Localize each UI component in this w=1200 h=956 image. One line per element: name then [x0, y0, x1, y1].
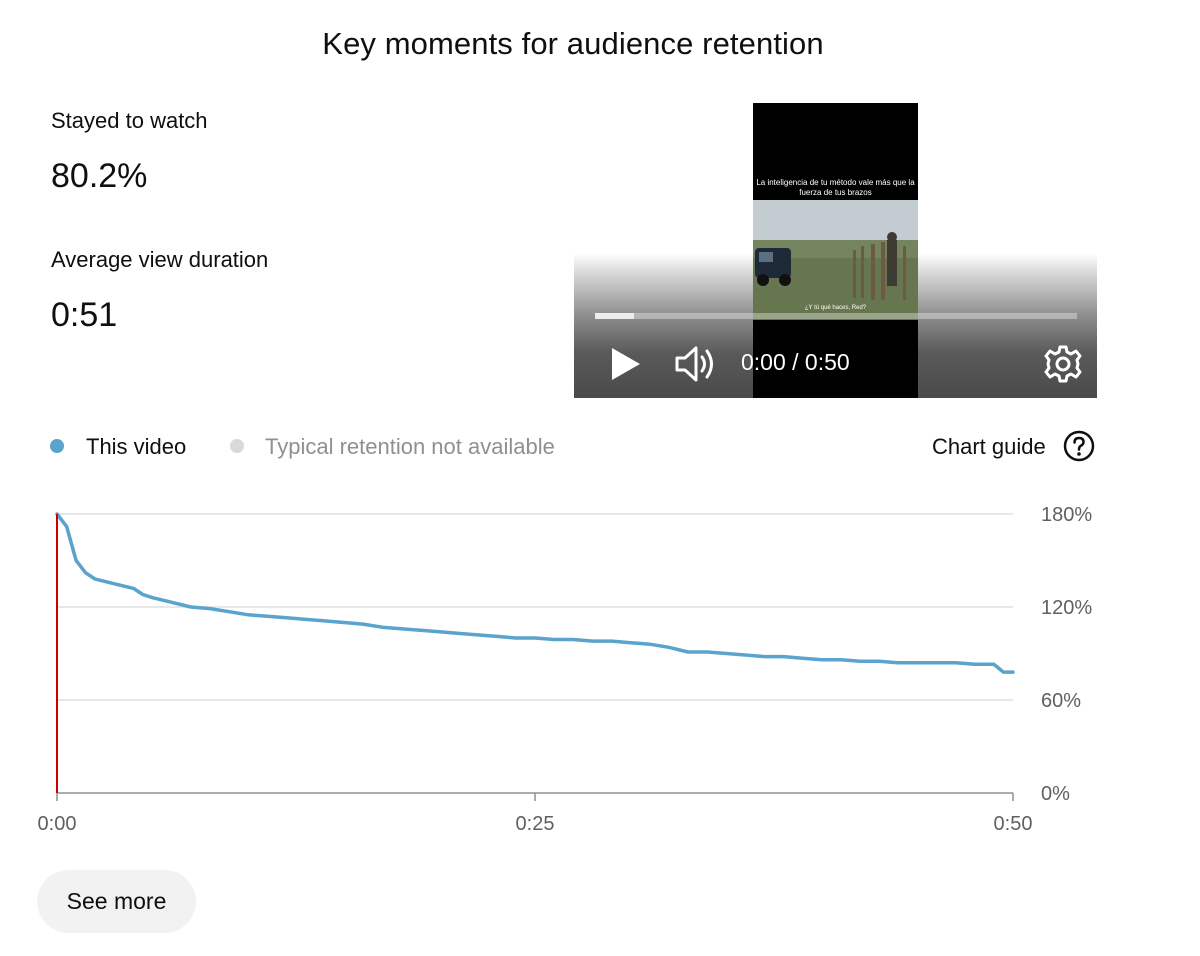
legend-dot-typical [230, 439, 244, 453]
legend-typical-retention: Typical retention not available [265, 434, 555, 459]
x-tick-label: 0:25 [516, 813, 555, 835]
y-tick-label: 60% [1041, 690, 1081, 712]
scene-illustration [753, 200, 918, 320]
y-tick-label: 180% [1041, 504, 1092, 526]
series-line-this-video [55, 512, 1015, 674]
page-title: Key moments for audience retention [322, 26, 824, 61]
play-icon[interactable] [608, 346, 644, 382]
gear-icon[interactable] [1043, 344, 1083, 384]
video-subtitle: ¿Y tú qué haces, Red? [804, 305, 867, 311]
legend-dot-this-video [50, 439, 64, 453]
chart-guide-link[interactable]: Chart guide [932, 434, 1046, 460]
y-tick-label: 0% [1041, 783, 1070, 805]
volume-icon[interactable] [674, 345, 718, 383]
seek-bar-buffered [595, 313, 634, 319]
stayed-to-watch-label: Stayed to watch [51, 108, 208, 133]
x-tick-label: 0:00 [38, 813, 77, 835]
see-more-button[interactable]: See more [37, 870, 196, 933]
stayed-to-watch-value: 80.2% [51, 157, 148, 195]
x-tick-label: 0:50 [994, 813, 1033, 835]
retention-chart[interactable]: 0% 60% 120% 180% 0:00 0:25 0:50 [0, 490, 1200, 850]
video-player[interactable]: La inteligencia de tu método vale más qu… [574, 103, 1097, 398]
time-readout: 0:00 / 0:50 [741, 349, 850, 375]
legend-this-video: This video [86, 434, 187, 459]
average-view-duration-value: 0:51 [51, 296, 118, 334]
seek-bar[interactable] [595, 313, 1077, 319]
help-circle-icon[interactable] [1063, 430, 1095, 462]
video-scene-image [753, 200, 918, 320]
y-tick-label: 120% [1041, 597, 1092, 619]
video-caption: La inteligencia de tu método vale más qu… [756, 178, 915, 197]
average-view-duration-label: Average view duration [51, 247, 269, 272]
